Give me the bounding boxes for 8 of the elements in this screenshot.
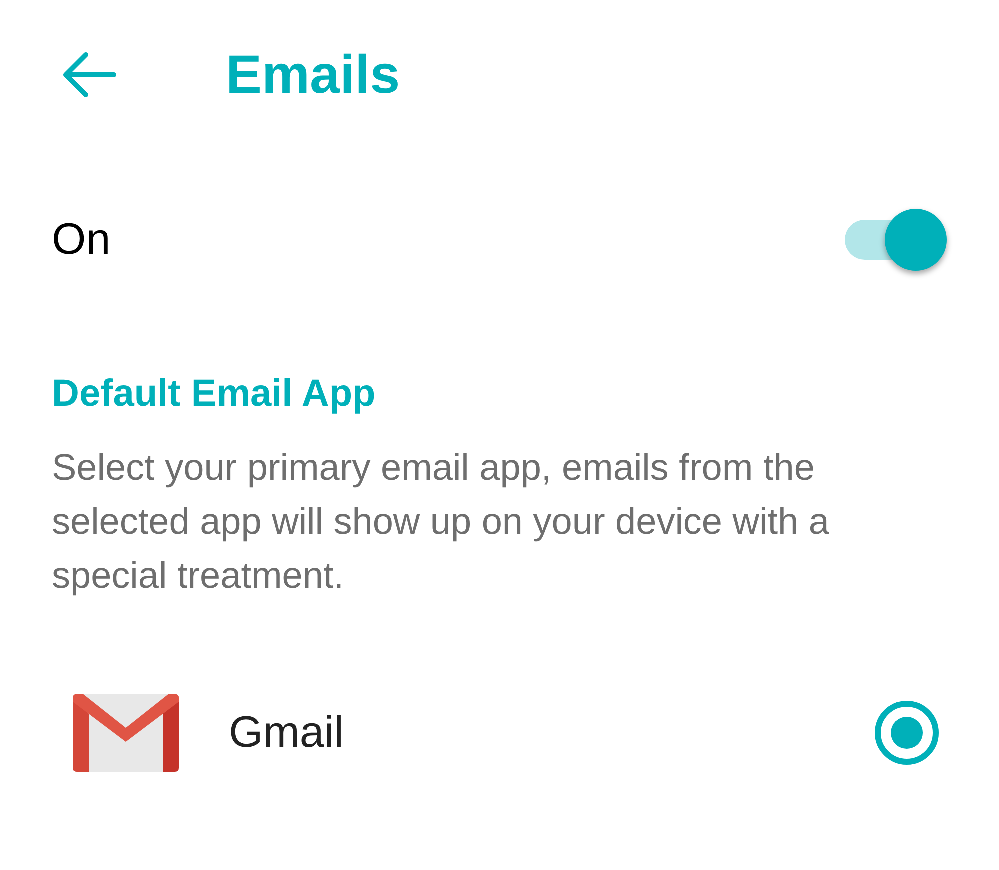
app-name: Gmail (229, 707, 345, 759)
radio-button[interactable] (875, 701, 939, 765)
toggle-switch[interactable] (845, 209, 947, 271)
section-heading: Default Email App (52, 372, 377, 417)
toggle-label: On (52, 214, 111, 266)
section-description: Select your primary email app, emails from the selected app will show up on your device with a special treatment. (52, 446, 830, 598)
page-title: Emails (226, 44, 400, 106)
envelope-icon (73, 694, 179, 772)
